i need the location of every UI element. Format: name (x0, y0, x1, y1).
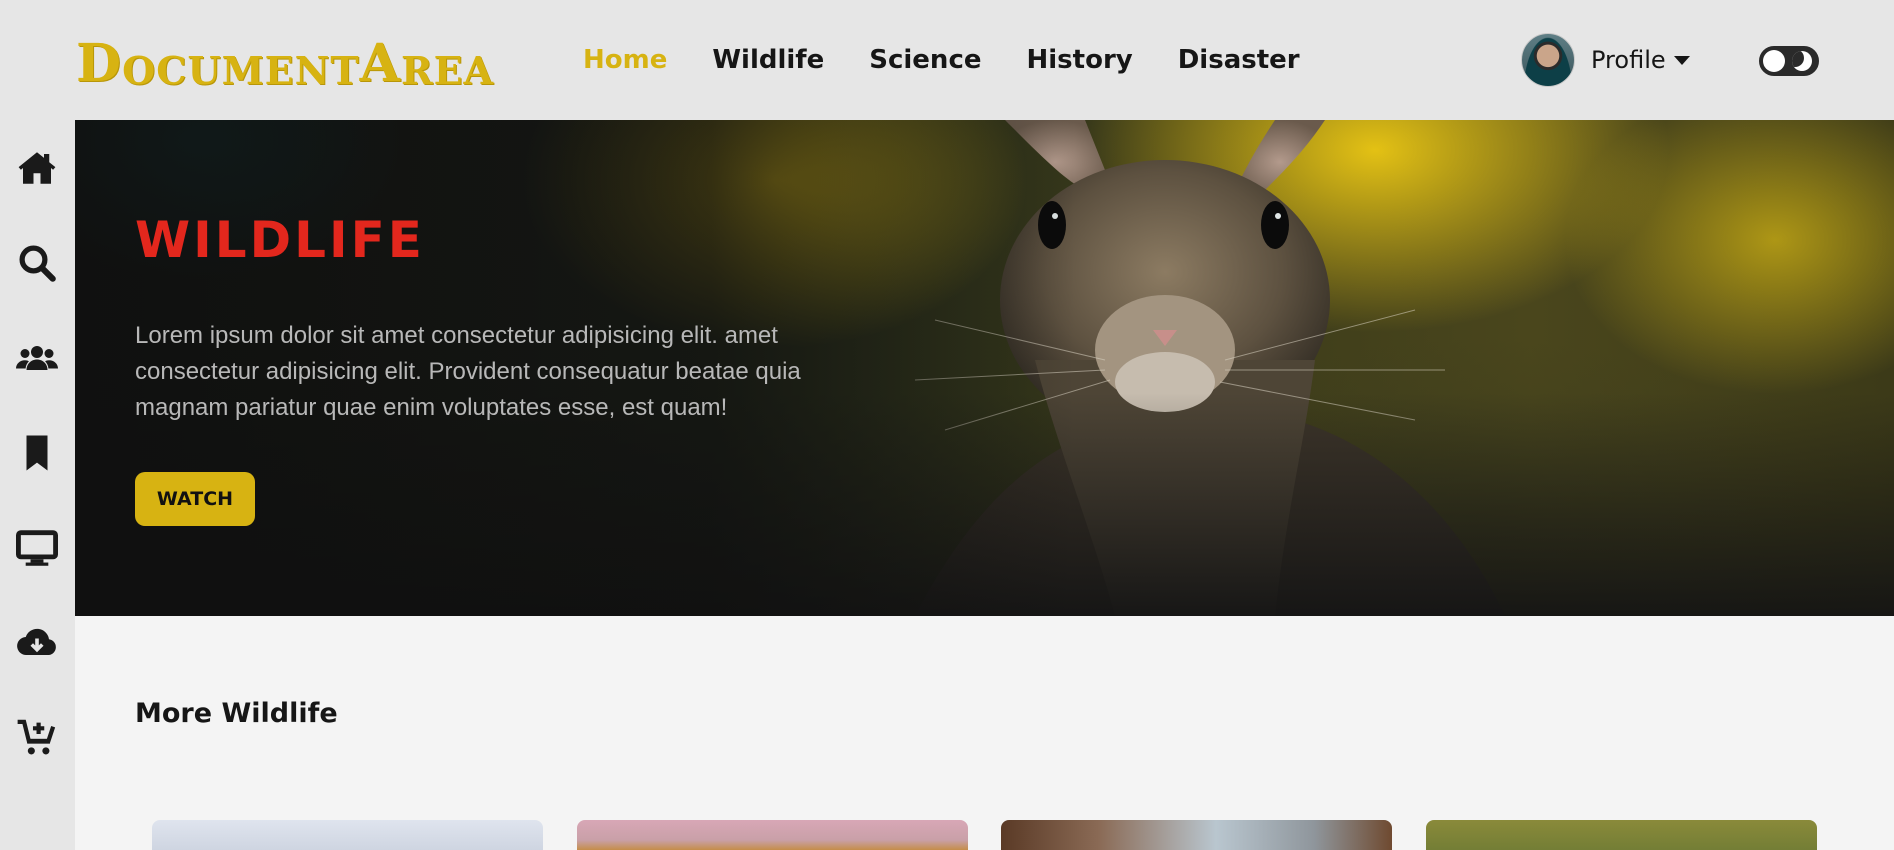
nav-item-wildlife[interactable]: Wildlife (712, 40, 824, 80)
wildlife-card-1[interactable] (152, 820, 543, 850)
moon-icon (1792, 51, 1812, 71)
search-icon[interactable] (14, 240, 60, 286)
wildlife-card-3[interactable] (1001, 820, 1392, 850)
hero-description: Lorem ipsum dolor sit amet consectetur a… (135, 322, 801, 421)
nav-item-disaster[interactable]: Disaster (1178, 40, 1300, 80)
cloud-download-icon[interactable] (14, 620, 60, 666)
logo[interactable]: D OCUMENT A REA (76, 30, 494, 90)
toggle-knob (1763, 50, 1785, 72)
nav-item-home[interactable]: Home (583, 40, 667, 80)
nav-item-history[interactable]: History (1027, 40, 1133, 80)
home-icon[interactable] (14, 145, 60, 191)
main-nav: Home Wildlife Science History Disaster (583, 40, 1345, 80)
top-bar: D OCUMENT A REA Home Wildlife Science Histo… (0, 0, 1894, 120)
desktop-icon[interactable] (14, 525, 60, 571)
watch-button[interactable]: WATCH (135, 472, 255, 526)
hero-title: WILDLIFE (135, 211, 425, 269)
wildlife-card-2[interactable] (577, 820, 968, 850)
cart-plus-icon[interactable] (14, 715, 60, 761)
section-title: More Wildlife (135, 698, 338, 729)
hero-banner: WILDLIFE Lorem ipsum dolor sit amet cons… (75, 120, 1894, 616)
avatar[interactable] (1521, 33, 1575, 87)
profile-menu[interactable]: Profile (1521, 32, 1690, 88)
profile-label: Profile (1591, 46, 1666, 74)
nav-item-science[interactable]: Science (869, 40, 981, 80)
caret-down-icon[interactable] (1673, 55, 1690, 65)
theme-toggle[interactable] (1759, 46, 1819, 76)
wildlife-card-4[interactable] (1426, 820, 1817, 850)
sidebar (0, 120, 75, 850)
bookmark-icon[interactable] (14, 430, 60, 476)
users-icon[interactable] (14, 335, 60, 381)
